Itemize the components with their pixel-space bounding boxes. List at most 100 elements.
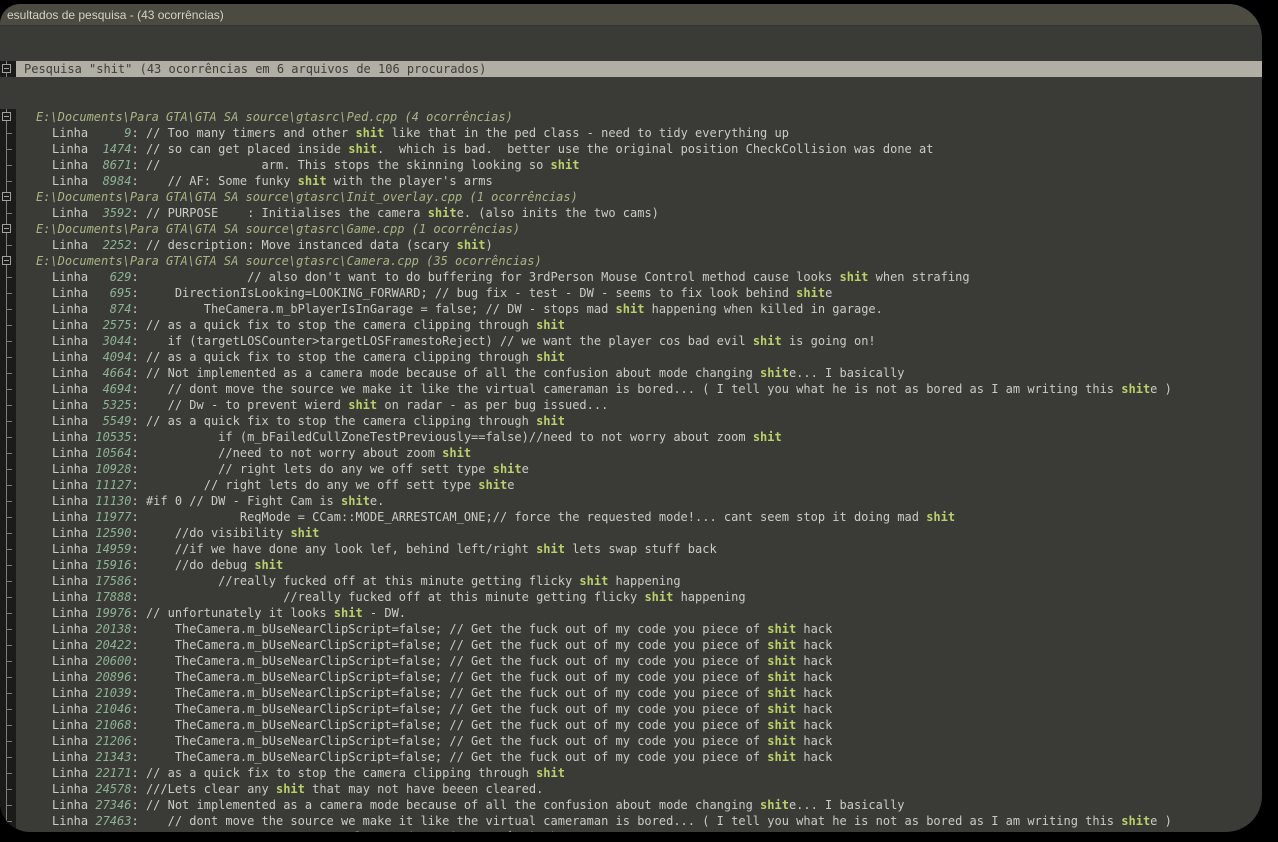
line-label: Linha bbox=[52, 206, 95, 220]
fold-collapse-icon[interactable] bbox=[2, 112, 11, 121]
line-label: Linha bbox=[52, 414, 95, 428]
match-line-row[interactable]: Linha 21343: TheCamera.m_bUseNearClipScr… bbox=[0, 749, 1262, 765]
fold-margin bbox=[0, 61, 16, 77]
line-separator: : bbox=[131, 542, 145, 556]
file-result-row[interactable]: E:\Documents\Para GTA\GTA SA source\gtas… bbox=[0, 189, 1262, 205]
match-line-row[interactable]: Linha 629: // also don't want to do buff… bbox=[0, 269, 1262, 285]
match-line-row[interactable]: Linha 21206: TheCamera.m_bUseNearClipScr… bbox=[0, 733, 1262, 749]
fold-collapse-icon[interactable] bbox=[2, 256, 11, 265]
panel-titlebar[interactable]: esultados de pesquisa - (43 ocorrências) bbox=[0, 4, 1262, 26]
line-number: 21068 bbox=[95, 718, 131, 732]
fold-tick-icon bbox=[6, 677, 12, 678]
match-line-row[interactable]: Linha 1474: // so can get placed inside … bbox=[0, 141, 1262, 157]
match-line-row[interactable]: Linha 21039: TheCamera.m_bUseNearClipScr… bbox=[0, 685, 1262, 701]
line-label: Linha bbox=[52, 702, 95, 716]
match-line-row[interactable]: Linha 10928: // right lets do any we off… bbox=[0, 461, 1262, 477]
line-label: Linha bbox=[52, 478, 95, 492]
match-line-row[interactable]: Linha 24578: ///Lets clear any shit that… bbox=[0, 781, 1262, 797]
fold-tick-icon bbox=[6, 805, 12, 806]
line-separator: : bbox=[131, 382, 145, 396]
code-text: e ) bbox=[1150, 814, 1172, 828]
line-number: 14959 bbox=[95, 542, 131, 556]
fold-tick-icon bbox=[6, 453, 12, 454]
match-line: Linha 1474: // so can get placed inside … bbox=[16, 141, 1262, 157]
match-line-row[interactable]: Linha 695: DirectionIsLooking=LOOKING_FO… bbox=[0, 285, 1262, 301]
match-line-row[interactable]: Linha 21068: TheCamera.m_bUseNearClipScr… bbox=[0, 717, 1262, 733]
match-line-row[interactable]: Linha 12590: //do visibility shit bbox=[0, 525, 1262, 541]
match-line-row[interactable]: Linha 27346: // Not implemented as a cam… bbox=[0, 797, 1262, 813]
line-separator: : bbox=[131, 494, 145, 508]
file-result-row[interactable]: E:\Documents\Para GTA\GTA SA source\gtas… bbox=[0, 109, 1262, 125]
match-line-row[interactable]: Linha 3044: if (targetLOSCounter>targetL… bbox=[0, 333, 1262, 349]
code-text: // as a quick fix to stop the camera cli… bbox=[146, 318, 536, 332]
fold-margin bbox=[0, 429, 16, 445]
fold-tick-icon bbox=[6, 725, 12, 726]
file-result-row[interactable]: E:\Documents\Para GTA\GTA SA source\gtas… bbox=[0, 253, 1262, 269]
match-line-row[interactable]: Linha 874: TheCamera.m_bPlayerIsInGarage… bbox=[0, 301, 1262, 317]
fold-margin bbox=[0, 797, 16, 813]
match-line-row[interactable]: Linha 8671: // arm. This stops the skinn… bbox=[0, 157, 1262, 173]
match-line-row[interactable]: Linha 9: // Too many timers and other sh… bbox=[0, 125, 1262, 141]
match-text: shit bbox=[254, 558, 283, 572]
file-result-row[interactable]: E:\Documents\Para GTA\GTA SA source\gtas… bbox=[0, 829, 1262, 832]
match-line-row[interactable]: Linha 4664: // Not implemented as a came… bbox=[0, 365, 1262, 381]
match-text: shit bbox=[753, 430, 782, 444]
fold-collapse-icon[interactable] bbox=[2, 224, 11, 233]
line-number: 10928 bbox=[95, 462, 131, 476]
fold-collapse-icon[interactable] bbox=[2, 192, 11, 201]
fold-collapse-icon[interactable] bbox=[2, 64, 11, 73]
match-line-row[interactable]: Linha 2575: // as a quick fix to stop th… bbox=[0, 317, 1262, 333]
match-line-row[interactable]: Linha 5549: // as a quick fix to stop th… bbox=[0, 413, 1262, 429]
line-separator: : bbox=[131, 718, 145, 732]
match-line-row[interactable]: Linha 11130: #if 0 // DW - Fight Cam is … bbox=[0, 493, 1262, 509]
match-line-row[interactable]: Linha 20600: TheCamera.m_bUseNearClipScr… bbox=[0, 653, 1262, 669]
code-text: // arm. This stops the skinning looking … bbox=[146, 158, 551, 172]
match-line-row[interactable]: Linha 17888: //really fucked off at this… bbox=[0, 589, 1262, 605]
match-line-row[interactable]: Linha 8984: // AF: Some funky shit with … bbox=[0, 173, 1262, 189]
search-summary-row[interactable]: Pesquisa "shit" (43 ocorrências em 6 arq… bbox=[0, 61, 1262, 77]
match-line-row[interactable]: Linha 5325: // Dw - to prevent wierd shi… bbox=[0, 397, 1262, 413]
code-text: hack bbox=[796, 654, 832, 668]
match-line-row[interactable]: Linha 27463: // dont move the source we … bbox=[0, 813, 1262, 829]
match-line-row[interactable]: Linha 21046: TheCamera.m_bUseNearClipScr… bbox=[0, 701, 1262, 717]
fold-tick-icon bbox=[6, 485, 12, 486]
match-line-row[interactable]: Linha 15916: //do debug shit bbox=[0, 557, 1262, 573]
match-line: Linha 21046: TheCamera.m_bUseNearClipScr… bbox=[16, 701, 1262, 717]
code-text: TheCamera.m_bUseNearClipScript=false; //… bbox=[146, 734, 767, 748]
match-line: Linha 11130: #if 0 // DW - Fight Cam is … bbox=[16, 493, 1262, 509]
match-line-row[interactable]: Linha 22171: // as a quick fix to stop t… bbox=[0, 765, 1262, 781]
match-line-row[interactable]: Linha 14959: //if we have done any look … bbox=[0, 541, 1262, 557]
match-line-row[interactable]: Linha 20422: TheCamera.m_bUseNearClipScr… bbox=[0, 637, 1262, 653]
file-result-row[interactable]: E:\Documents\Para GTA\GTA SA source\gtas… bbox=[0, 221, 1262, 237]
line-separator: : bbox=[131, 158, 145, 172]
line-separator: : bbox=[131, 414, 145, 428]
match-line-row[interactable]: Linha 17586: //really fucked off at this… bbox=[0, 573, 1262, 589]
line-separator: : bbox=[131, 622, 145, 636]
match-line-row[interactable]: Linha 19976: // unfortunately it looks s… bbox=[0, 605, 1262, 621]
line-number: 3592 bbox=[95, 206, 131, 220]
fold-margin bbox=[0, 541, 16, 557]
match-line-row[interactable]: Linha 20896: TheCamera.m_bUseNearClipScr… bbox=[0, 669, 1262, 685]
line-label: Linha bbox=[52, 142, 95, 156]
match-line-row[interactable]: Linha 3592: // PURPOSE : Initialises the… bbox=[0, 205, 1262, 221]
line-separator: : bbox=[131, 446, 145, 460]
file-path: E:\Documents\Para GTA\GTA SA source\gtas… bbox=[16, 189, 1262, 205]
line-number: 629 bbox=[95, 270, 131, 284]
match-line-row[interactable]: Linha 10564: //need to not worry about z… bbox=[0, 445, 1262, 461]
match-text: shit bbox=[753, 334, 782, 348]
code-text: //need to not worry about zoom bbox=[146, 446, 442, 460]
line-separator: : bbox=[131, 478, 145, 492]
code-text: // as a quick fix to stop the camera cli… bbox=[146, 414, 536, 428]
fold-tick-icon bbox=[6, 629, 12, 630]
match-text: shit bbox=[796, 286, 825, 300]
match-line-row[interactable]: Linha 11127: // right lets do any we off… bbox=[0, 477, 1262, 493]
match-line-row[interactable]: Linha 20138: TheCamera.m_bUseNearClipScr… bbox=[0, 621, 1262, 637]
line-number: 2252 bbox=[95, 238, 131, 252]
match-line-row[interactable]: Linha 4094: // as a quick fix to stop th… bbox=[0, 349, 1262, 365]
match-line-row[interactable]: Linha 10535: if (m_bFailedCullZoneTestPr… bbox=[0, 429, 1262, 445]
results-content: Pesquisa "shit" (43 ocorrências em 6 arq… bbox=[0, 26, 1262, 832]
match-line-row[interactable]: Linha 4694: // dont move the source we m… bbox=[0, 381, 1262, 397]
code-text: hack bbox=[796, 638, 832, 652]
match-line-row[interactable]: Linha 2252: // description: Move instanc… bbox=[0, 237, 1262, 253]
match-line-row[interactable]: Linha 11977: ReqMode = CCam::MODE_ARREST… bbox=[0, 509, 1262, 525]
